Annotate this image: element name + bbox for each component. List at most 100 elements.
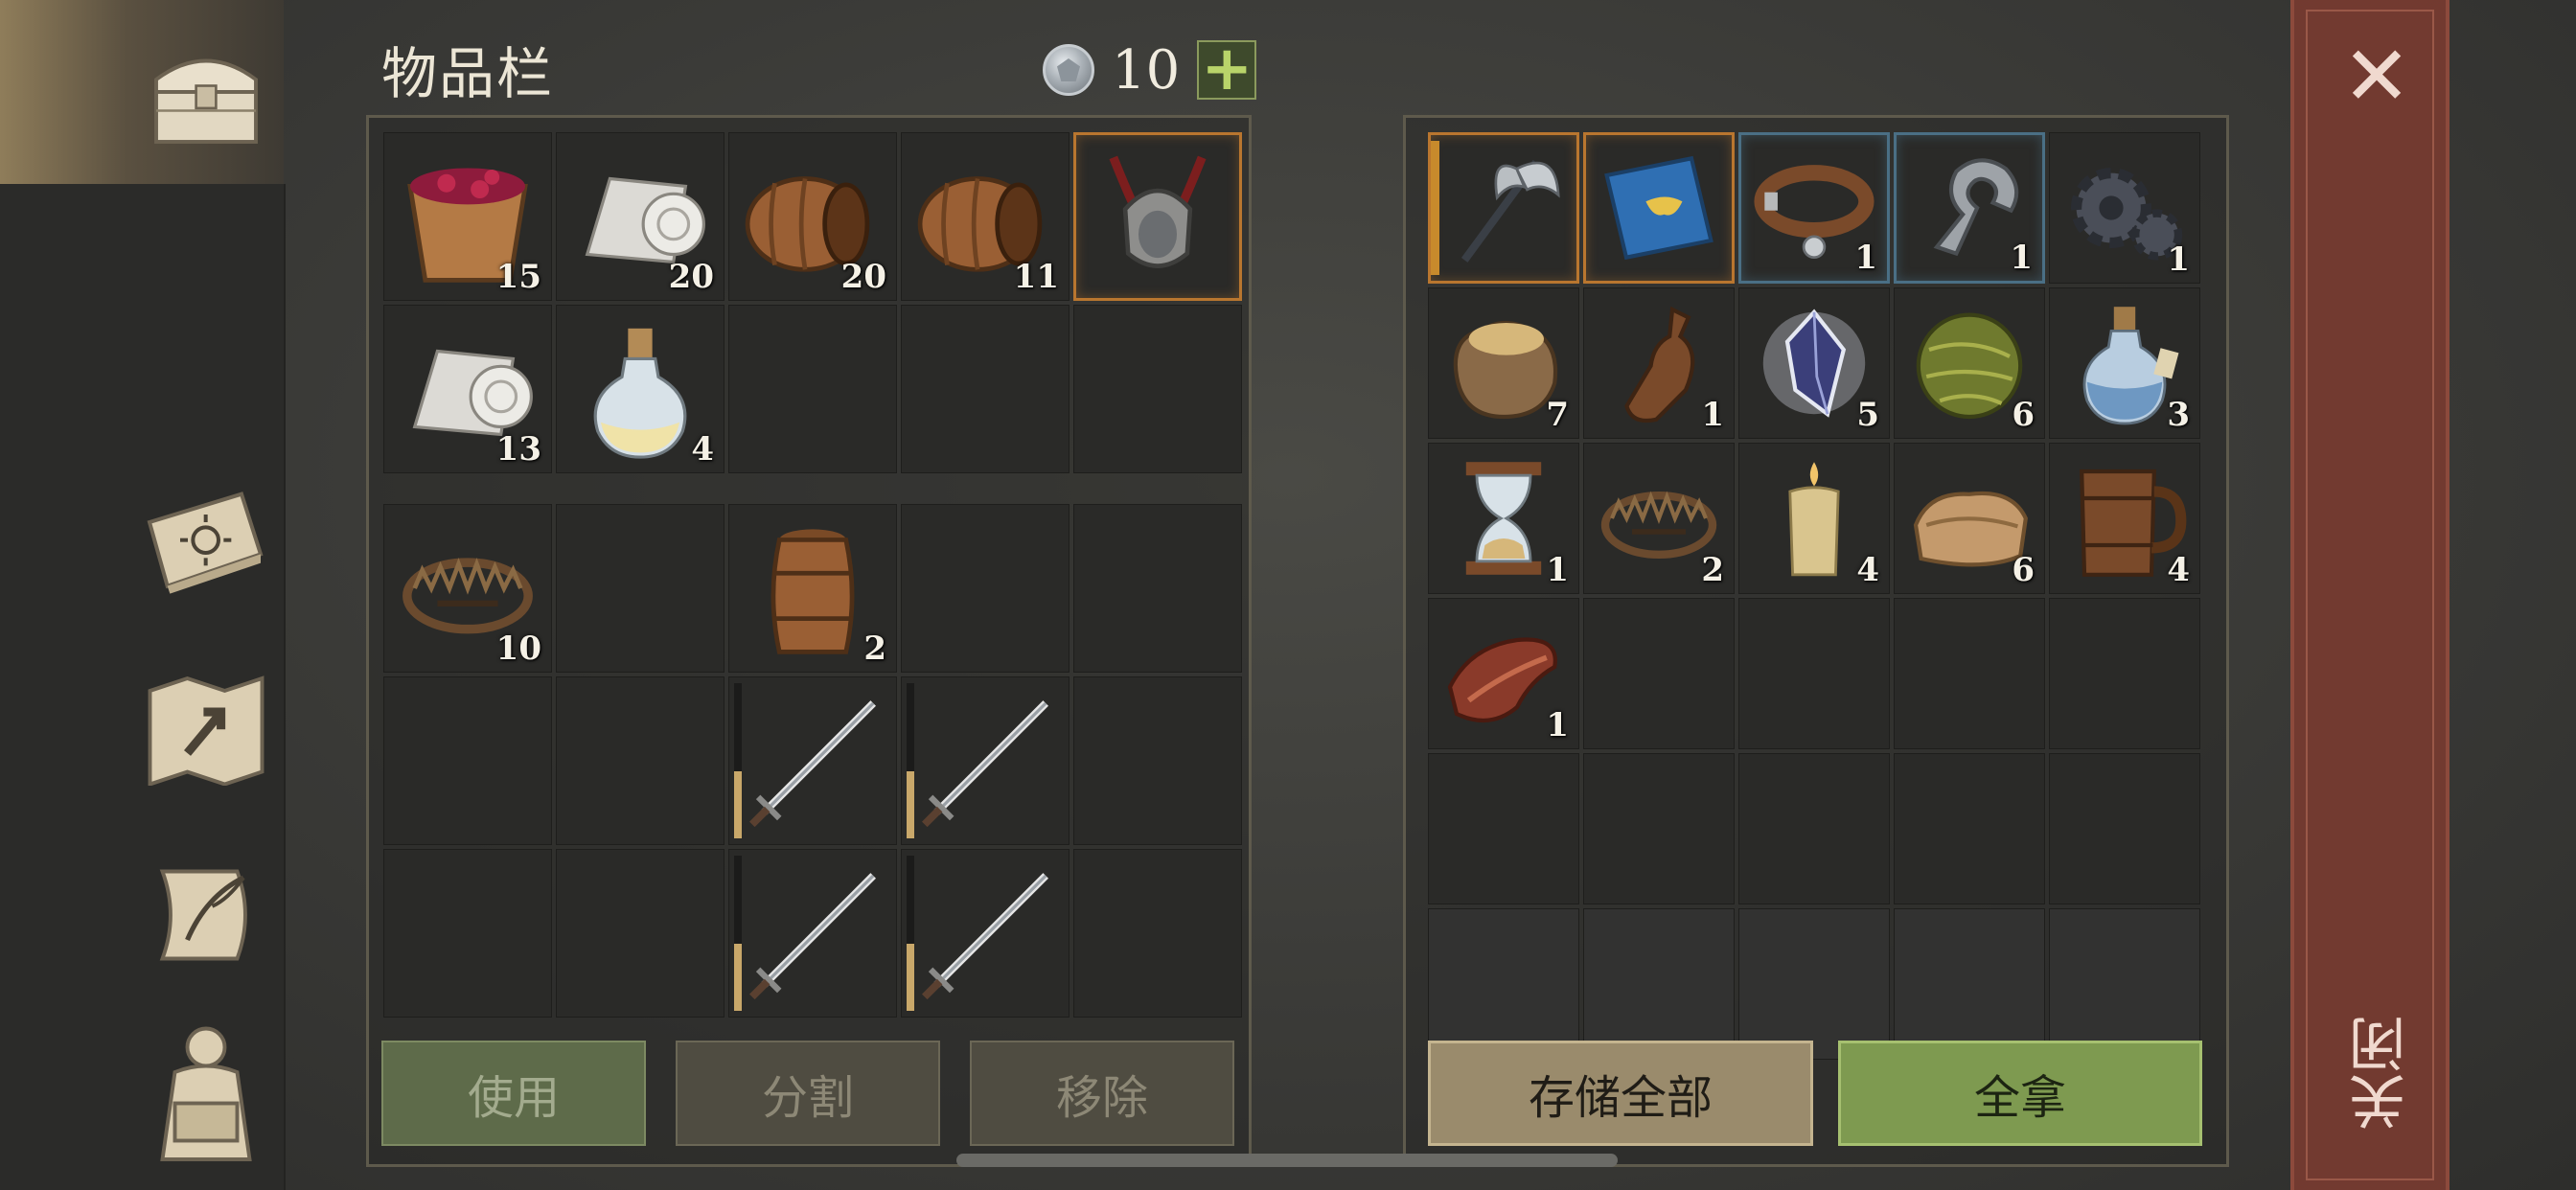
storage-slot-potion-blue[interactable]: 3 [2049,287,2200,439]
storage-slot-crystal-shard[interactable]: 5 [1738,287,1890,439]
storage-slot-empty[interactable] [1428,753,1579,904]
inventory-slot-empty[interactable] [556,849,724,1018]
sword-icon [909,685,1061,836]
inventory-slot-empty[interactable] [1073,504,1242,673]
storage-slot-empty[interactable] [1738,598,1890,749]
item-quantity: 1 [2010,239,2033,277]
storage-slot-candle[interactable]: 4 [1738,443,1890,594]
storage-slot-wooden-mug[interactable]: 4 [2049,443,2200,594]
silver-coin-icon [1043,44,1094,96]
inventory-slot-empty[interactable] [556,504,724,673]
battle-axe-icon [1438,143,1569,273]
inventory-slot-sword[interactable] [728,849,897,1018]
add-currency-button[interactable]: + [1197,38,1257,100]
inventory-slot-empty[interactable] [1073,305,1242,473]
storage-slot-metal-clamp[interactable]: 1 [1894,132,2045,284]
currency-value: 10 [1112,38,1181,102]
horned-helmet-icon [1084,143,1231,290]
sword-icon [737,858,888,1009]
inventory-slot-empty[interactable] [556,676,724,845]
inventory-slot-empty[interactable] [901,305,1070,473]
storage-slot-empty[interactable] [1428,908,1579,1060]
item-quantity: 1 [1854,239,1877,277]
inventory-slot-empty[interactable] [901,504,1070,673]
remove-button[interactable]: 移除 [970,1041,1234,1146]
storage-slot-empty[interactable] [2049,908,2200,1060]
item-quantity: 13 [495,430,541,469]
storage-slot-empty[interactable] [1738,908,1890,1060]
map-icon[interactable] [144,671,268,786]
inventory-title: 物品栏 [381,41,555,106]
storage-slot-empty[interactable] [1583,598,1735,749]
chest-icon[interactable] [144,34,268,149]
use-button[interactable]: 使用 [381,1041,646,1146]
item-quantity: 1 [1701,396,1724,434]
inventory-slot-bear-trap[interactable]: 10 [383,504,552,673]
storage-slot-raw-meat[interactable]: 1 [1428,598,1579,749]
item-quantity: 6 [2012,396,2035,434]
item-quantity: 15 [495,258,541,296]
item-quantity: 4 [691,430,714,469]
storage-slot-blue-book[interactable] [1583,132,1735,284]
storage-slot-bear-trap[interactable]: 2 [1583,443,1735,594]
storage-slot-leather-collar[interactable]: 1 [1738,132,1890,284]
inventory-slot-sword[interactable] [901,676,1070,845]
storage-slot-empty[interactable] [1738,753,1890,904]
inventory-slot-empty[interactable] [383,849,552,1018]
inventory-slot-horned-helmet[interactable] [1073,132,1242,301]
inventory-slot-barrel-lying[interactable]: 11 [901,132,1070,301]
storage-slot-gear[interactable]: 1 [2049,132,2200,284]
inventory-slot-sword[interactable] [901,849,1070,1018]
item-quantity: 5 [1856,396,1879,434]
storage-slot-grass-ball[interactable]: 6 [1894,287,2045,439]
storage-slot-bottle[interactable]: 1 [1583,287,1735,439]
inventory-slot-empty[interactable] [728,305,897,473]
item-quantity: 3 [2167,396,2190,434]
inventory-bottom-grid: 10 2 [383,504,1242,1018]
storage-slot-battle-axe[interactable] [1428,132,1579,284]
storage-slot-empty[interactable] [1894,908,2045,1060]
sword-icon [909,858,1061,1009]
storage-slot-empty[interactable] [1894,753,2045,904]
close-label[interactable]: 关闭 [2340,1016,2417,1131]
inventory-slot-cloth-roll[interactable]: 20 [556,132,724,301]
item-quantity: 2 [863,629,886,668]
item-quantity: 1 [2167,240,2190,279]
split-button[interactable]: 分割 [676,1041,940,1146]
storage-grid: 1 1 1 7 1 5 6 3 1 2 4 6 4 1 [1428,132,2200,1060]
inventory-slot-empty[interactable] [383,676,552,845]
item-quantity: 6 [2012,551,2035,589]
backpack-icon[interactable] [144,1020,268,1174]
item-quantity: 4 [1856,551,1879,589]
sun-book-icon[interactable] [136,484,270,599]
store-all-button[interactable]: 存储全部 [1428,1041,1813,1146]
close-strip[interactable] [2290,0,2450,1190]
storage-slot-hourglass[interactable]: 1 [1428,443,1579,594]
inventory-slot-potion[interactable]: 4 [556,305,724,473]
take-all-button[interactable]: 全拿 [1838,1041,2202,1146]
inventory-slot-sword[interactable] [728,676,897,845]
storage-slot-empty[interactable] [2049,753,2200,904]
storage-slot-empty[interactable] [2049,598,2200,749]
item-quantity: 1 [1546,551,1569,589]
inventory-slot-berry-bucket[interactable]: 15 [383,132,552,301]
item-quantity: 4 [2167,551,2190,589]
item-quantity: 1 [1546,706,1569,744]
close-icon[interactable]: ✕ [2338,35,2415,118]
storage-slot-empty[interactable] [1894,598,2045,749]
inventory-slot-empty[interactable] [1073,676,1242,845]
inventory-slot-cloth-roll[interactable]: 13 [383,305,552,473]
item-quantity: 7 [1546,396,1569,434]
inventory-slot-barrel-lying[interactable]: 20 [728,132,897,301]
inventory-slot-barrel-small[interactable]: 2 [728,504,897,673]
item-quantity: 10 [495,629,541,668]
storage-slot-empty[interactable] [1583,908,1735,1060]
scroll-quill-icon[interactable] [144,858,268,973]
currency-display: 10 + [1043,34,1257,105]
storage-slot-grain-sack[interactable]: 7 [1428,287,1579,439]
storage-slot-empty[interactable] [1583,753,1735,904]
blue-book-icon [1594,143,1724,273]
storage-slot-folded-cloth[interactable]: 6 [1894,443,2045,594]
item-quantity: 11 [1013,258,1059,296]
inventory-slot-empty[interactable] [1073,849,1242,1018]
